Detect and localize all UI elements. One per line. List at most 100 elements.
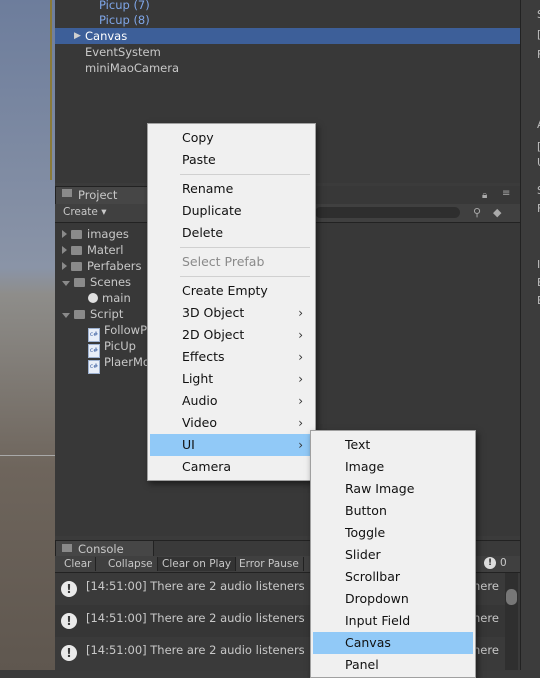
- tab-label: Project: [78, 188, 118, 202]
- menu-icon[interactable]: ≡: [502, 188, 510, 199]
- lock-icon[interactable]: 🔒︎: [482, 190, 487, 201]
- folder-icon: [62, 189, 72, 197]
- expanded-arrow-icon[interactable]: [62, 313, 70, 318]
- submenu-arrow-icon: ›: [298, 394, 303, 408]
- submenu-arrow-icon: ›: [298, 306, 303, 320]
- menu-item-audio[interactable]: Audio ›: [150, 390, 313, 412]
- warning-icon: !: [61, 613, 77, 629]
- tree-item-label: images: [87, 227, 129, 241]
- submenu-arrow-icon: ›: [298, 416, 303, 430]
- ui-submenu: Text Image Raw Image Button Toggle Slide…: [310, 430, 476, 678]
- submenu-item-input-field[interactable]: Input Field: [313, 610, 473, 632]
- clear-on-play-button[interactable]: Clear on Play: [158, 557, 237, 571]
- hierarchy-item-minimaocamera[interactable]: miniMaoCamera: [85, 60, 179, 76]
- menu-item-video[interactable]: Video ›: [150, 412, 313, 434]
- hierarchy-item-label: Canvas: [85, 29, 128, 43]
- menu-item-effects[interactable]: Effects ›: [150, 346, 313, 368]
- submenu-arrow-icon: ›: [298, 372, 303, 386]
- hierarchy-item-canvas[interactable]: ▶ Canvas: [55, 28, 520, 44]
- tree-item-label: FollowPl: [104, 323, 151, 337]
- collapsed-arrow-icon[interactable]: [62, 246, 67, 254]
- scene-view[interactable]: [0, 0, 55, 670]
- message-text: [14:51:00] There are 2 audio listeners: [86, 579, 305, 593]
- menu-item-select-prefab: Select Prefab: [182, 254, 265, 269]
- menu-item-create-empty[interactable]: Create Empty: [150, 280, 313, 302]
- tree-item-main[interactable]: main: [88, 290, 131, 306]
- console-icon: [62, 544, 72, 552]
- menu-item-camera[interactable]: Camera: [150, 456, 313, 478]
- collapsed-arrow-icon[interactable]: [62, 262, 67, 270]
- menu-item-label: 2D Object: [182, 327, 245, 342]
- submenu-arrow-icon: ›: [298, 438, 303, 452]
- tree-item-label: Materl: [87, 243, 124, 257]
- folder-icon: [71, 246, 82, 255]
- submenu-item-raw-image[interactable]: Raw Image: [313, 478, 473, 500]
- hierarchy-item-eventsystem[interactable]: EventSystem: [85, 44, 161, 60]
- console-scrollbar[interactable]: [505, 573, 518, 670]
- submenu-item-button[interactable]: Button: [313, 500, 473, 522]
- tree-item-images[interactable]: images: [62, 226, 129, 242]
- submenu-item-scrollbar[interactable]: Scrollbar: [313, 566, 473, 588]
- scrollbar-thumb[interactable]: [506, 589, 517, 605]
- menu-separator: [180, 276, 310, 277]
- collapse-button[interactable]: Collapse: [104, 557, 158, 571]
- submenu-item-text[interactable]: Text: [313, 434, 473, 456]
- tree-item-label: Script: [90, 307, 124, 321]
- error-count: 0: [500, 557, 507, 569]
- menu-item-3d-object[interactable]: 3D Object ›: [150, 302, 313, 324]
- submenu-item-toggle[interactable]: Toggle: [313, 522, 473, 544]
- submenu-item-image[interactable]: Image: [313, 456, 473, 478]
- menu-item-paste[interactable]: Paste: [150, 149, 313, 171]
- warning-icon: !: [61, 645, 77, 661]
- error-pause-button[interactable]: Error Pause: [235, 557, 304, 571]
- folder-icon: [71, 262, 82, 271]
- submenu-item-panel[interactable]: Panel: [313, 654, 473, 676]
- folder-icon: [74, 278, 85, 287]
- menu-item-copy[interactable]: Copy: [150, 127, 313, 149]
- tree-item-label: PicUp: [104, 339, 136, 353]
- tree-item-label: Scenes: [90, 275, 132, 289]
- tree-item-perfabers[interactable]: Perfabers: [62, 258, 142, 274]
- submenu-item-slider[interactable]: Slider: [313, 544, 473, 566]
- menu-item-label: UI: [182, 437, 195, 452]
- hierarchy-item-picup-8[interactable]: Picup (8): [99, 12, 150, 28]
- menu-item-2d-object[interactable]: 2D Object ›: [150, 324, 313, 346]
- tree-item-script[interactable]: Script: [62, 306, 123, 322]
- tree-item-picup[interactable]: c# PicUp: [88, 338, 136, 358]
- filter-label-icon[interactable]: ◆: [493, 206, 501, 219]
- tree-item-materl[interactable]: Materl: [62, 242, 123, 258]
- message-text: [14:51:00] There are 2 audio listeners: [86, 643, 305, 657]
- context-menu: Copy Paste Rename Duplicate Delete Selec…: [147, 123, 316, 481]
- tab-project[interactable]: Project: [55, 186, 152, 204]
- menu-item-delete[interactable]: Delete: [150, 222, 313, 244]
- clear-button[interactable]: Clear: [60, 557, 97, 571]
- expand-arrow-icon[interactable]: ▶: [74, 28, 81, 44]
- menu-item-ui[interactable]: UI ›: [150, 434, 313, 456]
- menu-item-duplicate[interactable]: Duplicate: [150, 200, 313, 222]
- error-count-icon[interactable]: !: [484, 557, 496, 569]
- submenu-arrow-icon: ›: [298, 350, 303, 364]
- unity-scene-icon: [88, 293, 98, 303]
- tree-item-scenes[interactable]: Scenes: [62, 274, 131, 290]
- menu-item-rename[interactable]: Rename: [150, 178, 313, 200]
- menu-item-label: 3D Object: [182, 305, 245, 320]
- tree-item-label: PlaerMo: [104, 355, 150, 369]
- submenu-item-canvas[interactable]: Canvas: [313, 632, 473, 654]
- collapsed-arrow-icon[interactable]: [62, 230, 67, 238]
- tab-console[interactable]: Console: [55, 540, 154, 557]
- tree-item-plaermo[interactable]: c# PlaerMo: [88, 354, 150, 374]
- tree-item-followpl[interactable]: c# FollowPl: [88, 322, 151, 342]
- tree-item-label: main: [102, 291, 131, 305]
- submenu-item-dropdown[interactable]: Dropdown: [313, 588, 473, 610]
- search-input[interactable]: [315, 207, 460, 218]
- filter-type-icon[interactable]: ⚲: [473, 206, 481, 219]
- menu-item-light[interactable]: Light ›: [150, 368, 313, 390]
- scene-horizon-line: [0, 455, 55, 456]
- folder-icon: [74, 310, 85, 319]
- tab-label: Console: [78, 542, 124, 556]
- scene-gizmo-line: [50, 0, 52, 180]
- expanded-arrow-icon[interactable]: [62, 281, 70, 286]
- create-dropdown[interactable]: Create ▾: [63, 206, 107, 218]
- folder-icon: [71, 230, 82, 239]
- menu-item-label: Audio: [182, 393, 218, 408]
